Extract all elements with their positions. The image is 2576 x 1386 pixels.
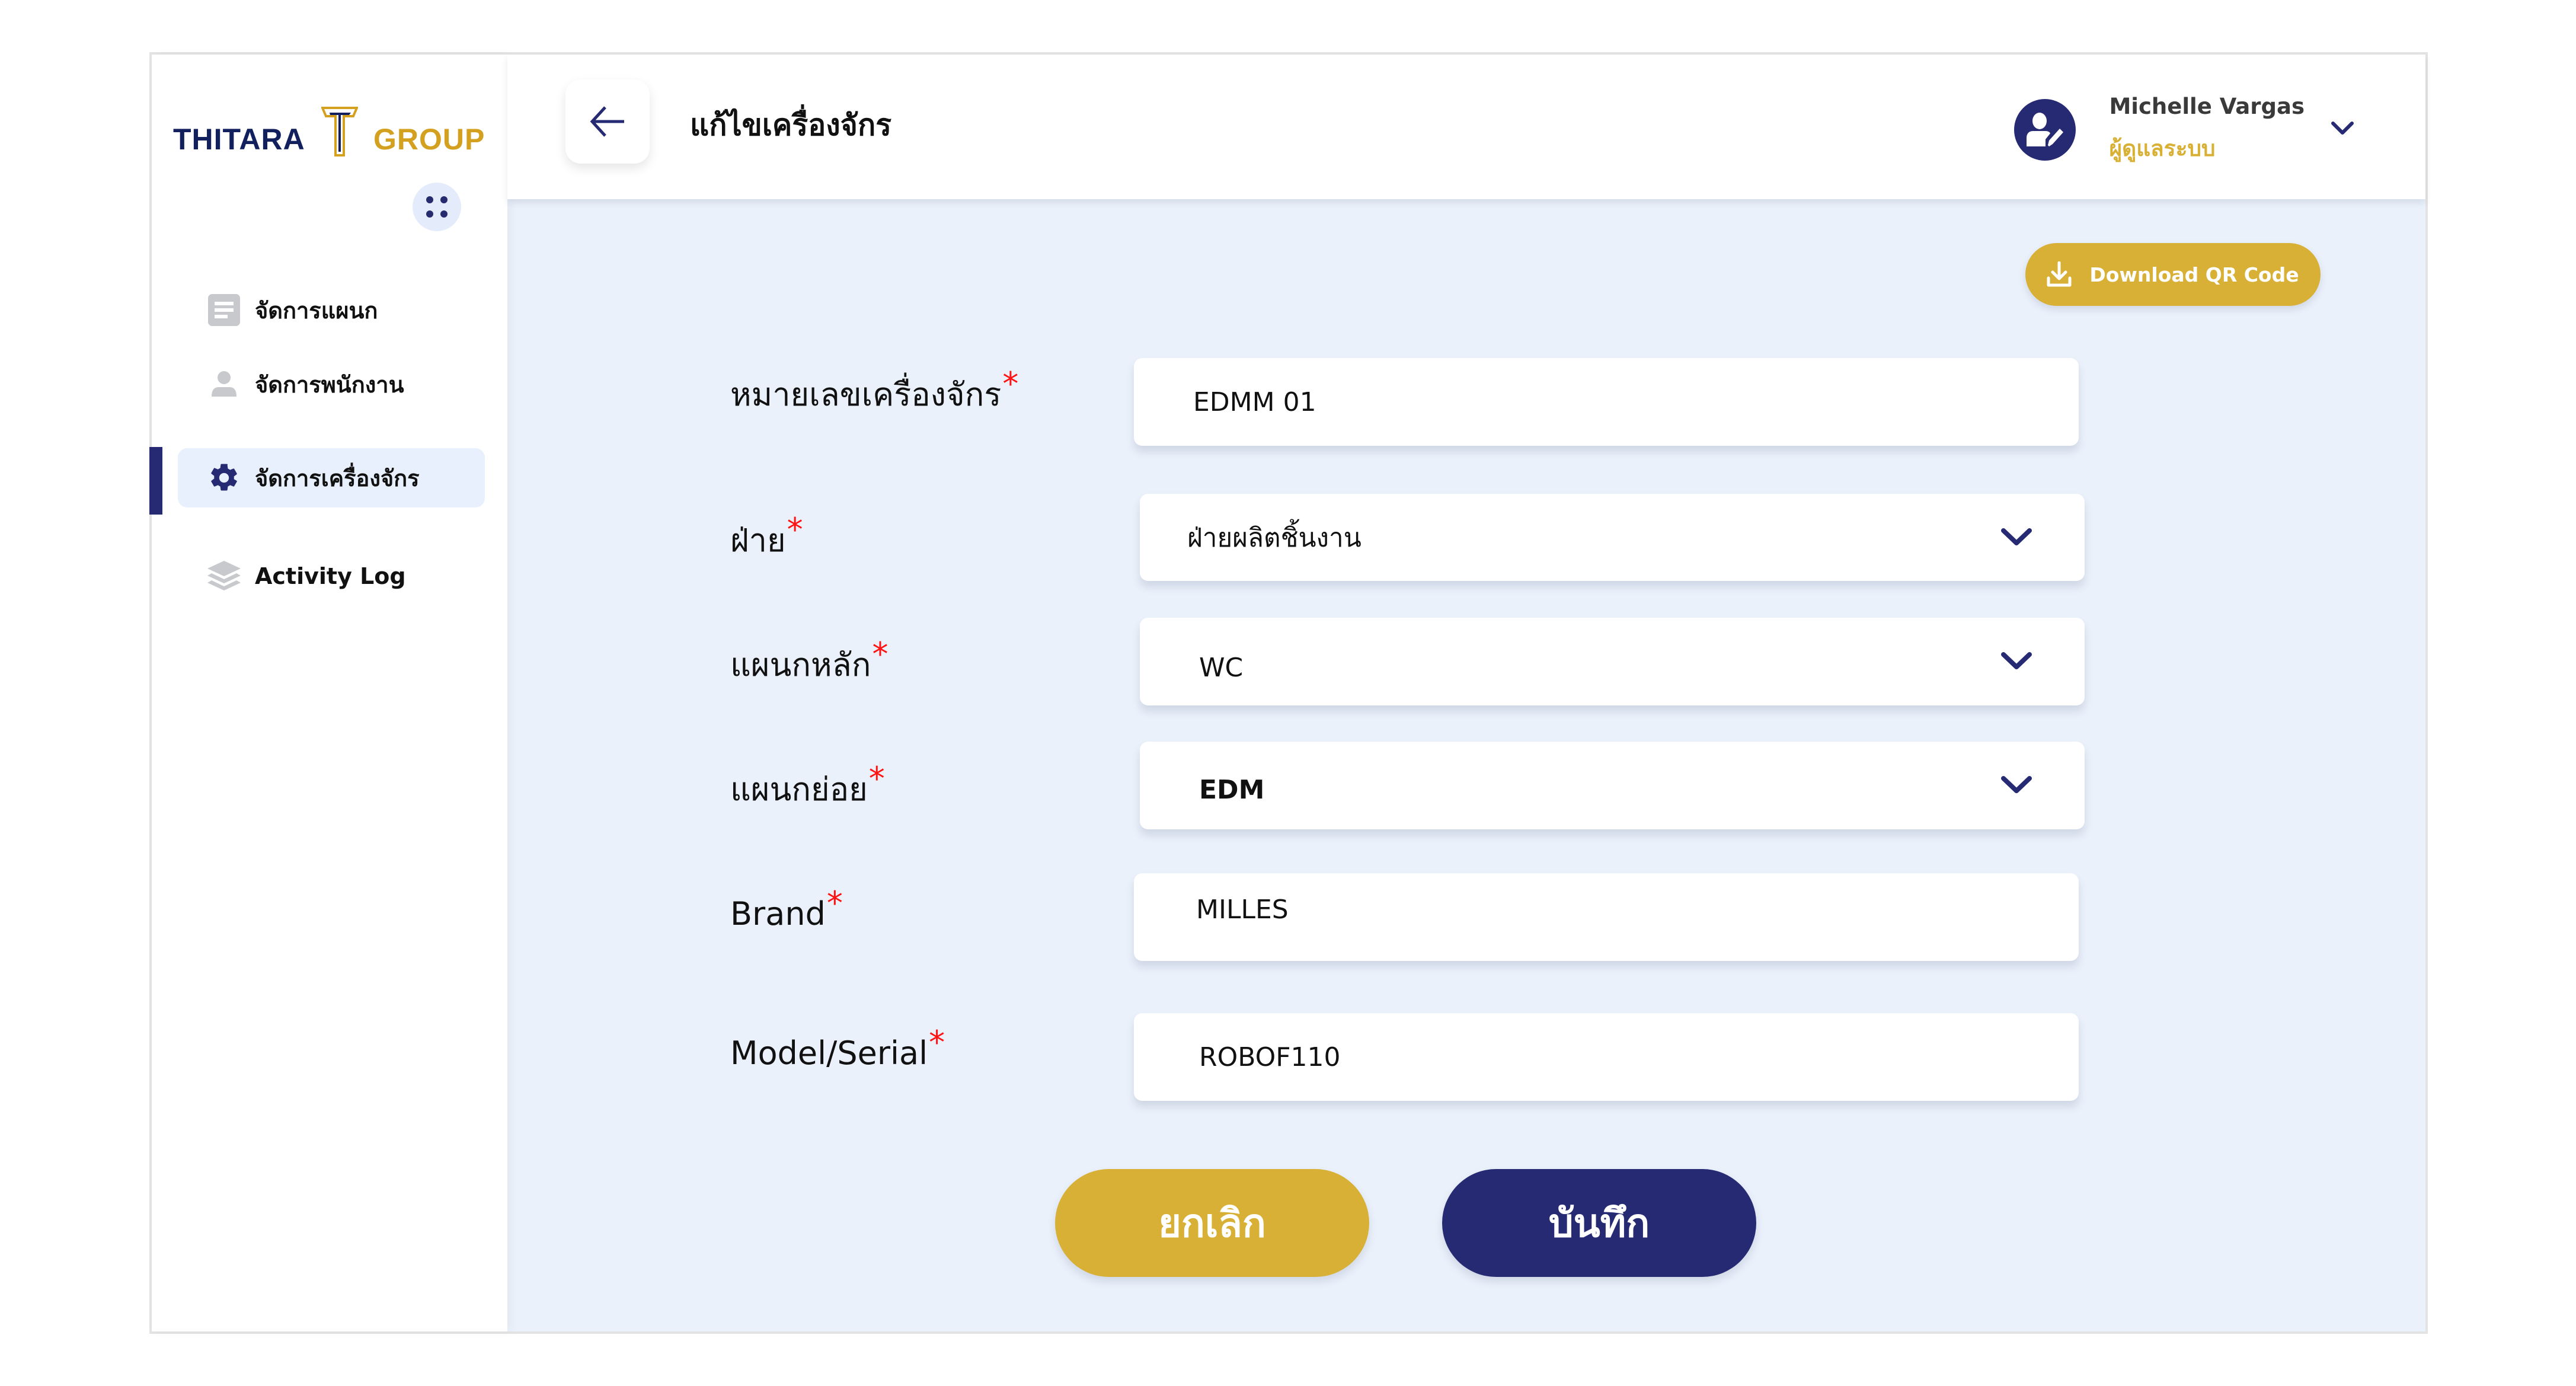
required-mark: * [929, 1024, 945, 1061]
sub-department-label: แผนกย่อย* [730, 760, 885, 808]
sidebar-item-employees[interactable]: จัดการพนักงาน [178, 355, 485, 414]
save-button[interactable]: บันทึก [1442, 1169, 1756, 1277]
sidebar-item-machines[interactable]: จัดการเครื่องจักร [178, 448, 485, 507]
required-mark: * [868, 760, 885, 797]
sidebar-item-label: จัดการเครื่องจักร [255, 465, 420, 491]
chevron-down-icon [2000, 652, 2032, 672]
chevron-down-icon [2000, 775, 2032, 796]
user-role: ผู้ดูแลระบบ [2109, 136, 2216, 161]
required-mark: * [1002, 365, 1019, 403]
chevron-down-icon [2000, 528, 2032, 548]
cancel-button[interactable]: ยกเลิก [1055, 1169, 1369, 1277]
page-title: แก้ไขเครื่องจักร [690, 108, 892, 142]
back-button[interactable] [565, 79, 650, 164]
apps-grid-button[interactable] [413, 183, 461, 231]
brand-label: Brand* [730, 884, 843, 932]
model-serial-label: Model/Serial* [730, 1024, 945, 1072]
user-menu[interactable]: Michelle Vargas ผู้ดูแลระบบ [2014, 91, 2354, 168]
download-qr-button[interactable]: Download QR Code [2025, 243, 2321, 306]
sidebar-item-label: จัดการพนักงาน [255, 371, 404, 398]
logo-text-thitara: THITARA [173, 123, 305, 156]
active-indicator [149, 447, 162, 515]
required-mark: * [872, 635, 889, 673]
required-mark: * [787, 511, 803, 548]
avatar [2014, 99, 2076, 161]
division-select[interactable]: ฝ่ายผลิตชิ้นงาน [1140, 494, 2085, 581]
machine-number-input[interactable]: EDMM 01 [1134, 358, 2079, 446]
division-label: ฝ่าย* [730, 511, 803, 559]
sidebar-item-label: จัดการแผนก [255, 297, 378, 324]
required-mark: * [826, 884, 843, 922]
user-edit-icon [2027, 113, 2064, 146]
sidebar-item-label: Activity Log [255, 563, 406, 589]
main-department-select[interactable]: WC [1140, 618, 2085, 705]
layers-icon [207, 560, 241, 593]
download-icon [2047, 261, 2072, 288]
arrow-left-icon [590, 106, 624, 137]
sub-department-select[interactable]: EDM [1140, 742, 2085, 829]
gear-icon [207, 461, 241, 494]
sidebar-item-departments[interactable]: จัดการแผนก [178, 280, 485, 340]
chevron-down-icon[interactable] [2331, 121, 2354, 139]
user-icon [207, 368, 241, 401]
logo-text-group: GROUP [373, 123, 485, 156]
sidebar: THITARA GROUP จัดการแผนก จัดการพนักงาน จ… [149, 55, 507, 1331]
company-logo: THITARA GROUP [173, 107, 484, 160]
logo-t-mark-icon [321, 107, 358, 157]
sidebar-item-activity-log[interactable]: Activity Log [178, 547, 485, 606]
user-name: Michelle Vargas [2109, 94, 2305, 119]
model-serial-input[interactable]: ROBOF110 [1134, 1013, 2079, 1101]
download-qr-label: Download QR Code [2089, 263, 2299, 286]
document-icon [207, 293, 241, 327]
brand-input[interactable]: MILLES [1134, 873, 2079, 961]
top-header: แก้ไขเครื่องจักร Michelle Vargas ผู้ดูแล… [507, 55, 2425, 199]
machine-number-label: หมายเลขเครื่องจักร* [730, 365, 1019, 413]
main-department-label: แผนกหลัก* [730, 635, 889, 684]
